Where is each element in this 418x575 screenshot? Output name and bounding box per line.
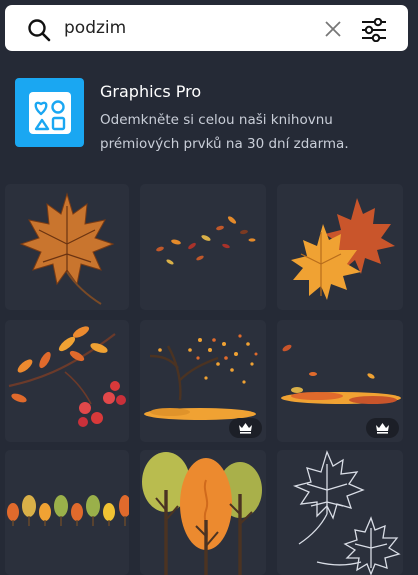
crown-icon — [376, 423, 389, 434]
result-autumn-trees[interactable] — [140, 450, 266, 575]
result-maple-leaf[interactable] — [5, 184, 129, 310]
result-leaf-outlines[interactable] — [277, 450, 403, 575]
search-icon[interactable] — [27, 18, 51, 46]
search-bar — [5, 5, 408, 51]
filter-sliders-icon[interactable] — [361, 17, 387, 46]
close-icon[interactable] — [324, 20, 342, 42]
result-tree-border[interactable] — [5, 450, 129, 575]
search-input[interactable] — [64, 14, 304, 42]
result-two-maple-leaves[interactable] — [277, 184, 403, 310]
graphics-pro-promo[interactable]: Graphics Pro Odemkněte si celou naši kni… — [15, 78, 410, 158]
graphics-pro-shapes-icon — [15, 78, 84, 147]
result-falling-leaves-row[interactable] — [277, 320, 403, 442]
promo-description: Odemkněte si celou naši knihovnu prémiov… — [100, 112, 349, 152]
premium-badge — [366, 418, 399, 438]
premium-badge — [229, 418, 262, 438]
result-windblown-tree[interactable] — [140, 320, 266, 442]
result-branch-with-berries[interactable] — [5, 320, 129, 442]
crown-icon — [239, 423, 252, 434]
promo-title: Graphics Pro — [100, 82, 202, 101]
result-scattered-leaves[interactable] — [140, 184, 266, 310]
